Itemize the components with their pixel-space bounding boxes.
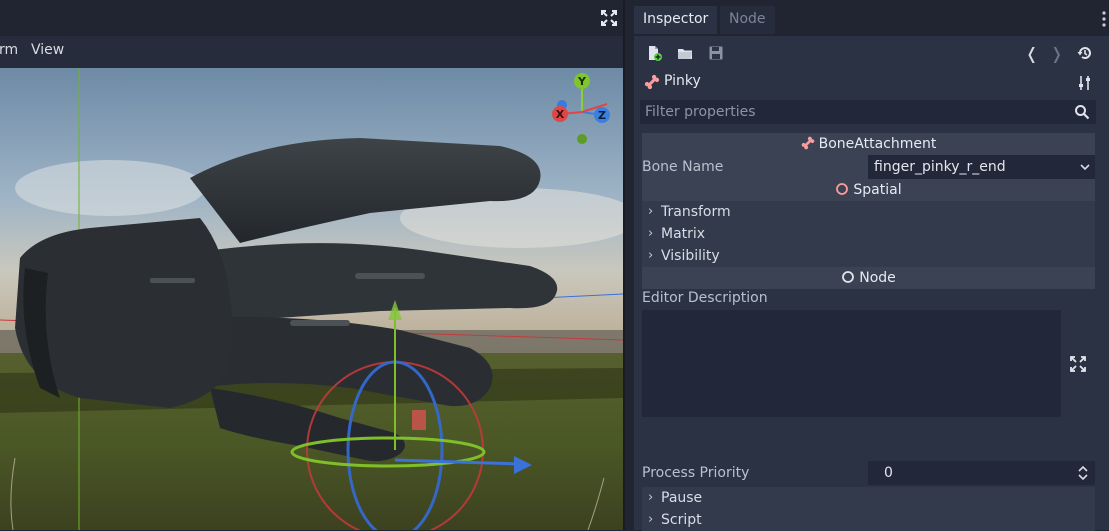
history-back-icon[interactable]: ❬ (1025, 44, 1043, 63)
viewport-panel: rm View Y X Z (0, 0, 625, 530)
bone-name-dropdown[interactable]: finger_pinky_r_end (868, 155, 1095, 179)
open-folder-icon[interactable] (676, 44, 694, 62)
category-label: Node (859, 270, 896, 286)
search-icon (1074, 104, 1090, 120)
section-visibility[interactable]: › Visibility (642, 245, 1095, 267)
object-properties-icon[interactable] (1076, 74, 1094, 92)
section-label: Visibility (661, 248, 720, 264)
viewport-menubar: rm View (0, 36, 625, 68)
inspector-dock: Inspector Node ❬ ❭ Pinky Filter properti… (634, 0, 1109, 531)
viewport-3d-canvas[interactable]: Y X Z (0, 68, 623, 530)
process-priority-label: Process Priority (642, 465, 750, 481)
spinner-arrows-icon[interactable] (1077, 464, 1089, 482)
bone-icon (801, 135, 815, 157)
transform-menu[interactable]: rm (0, 42, 18, 58)
chevron-right-icon: › (648, 490, 654, 505)
process-priority-spinbox[interactable]: 0 (868, 461, 1095, 485)
section-label: Pause (661, 490, 703, 506)
dock-tabbar: Inspector Node (634, 0, 1109, 36)
chevron-right-icon: › (648, 512, 654, 527)
process-priority-value: 0 (884, 465, 893, 481)
viewport-topbar (0, 0, 625, 36)
chevron-right-icon: › (648, 248, 654, 263)
panel-divider[interactable] (623, 0, 625, 530)
bone-name-label: Bone Name (642, 155, 868, 179)
filter-properties-input[interactable] (640, 100, 1070, 124)
section-label: Matrix (661, 226, 706, 242)
spatial-icon (835, 181, 849, 203)
gizmo-x-label: X (556, 108, 565, 121)
object-name: Pinky (664, 73, 701, 89)
section-transform[interactable]: › Transform (642, 201, 1095, 223)
section-pause[interactable]: › Pause (642, 487, 1095, 509)
new-resource-icon[interactable] (645, 44, 663, 62)
filter-properties-field[interactable] (640, 100, 1096, 124)
chevron-right-icon: › (648, 226, 654, 241)
view-menu[interactable]: View (31, 42, 64, 58)
kebab-menu-icon[interactable] (1101, 10, 1107, 28)
editor-description-textarea[interactable] (642, 310, 1095, 417)
section-label: Script (661, 512, 702, 528)
category-boneattachment: BoneAttachment (642, 133, 1095, 155)
category-label: BoneAttachment (818, 136, 937, 152)
gizmo-y-label: Y (577, 75, 587, 88)
editor-description-label: Editor Description (642, 290, 768, 306)
gizmo-z-label: Z (598, 109, 606, 122)
inspector-body: ❬ ❭ Pinky BoneAttachment (634, 36, 1109, 531)
tab-node[interactable]: Node (720, 6, 775, 34)
chevron-right-icon: › (648, 204, 654, 219)
section-matrix[interactable]: › Matrix (642, 223, 1095, 245)
save-icon[interactable] (707, 44, 725, 62)
expand-editor-button[interactable] (1061, 310, 1095, 417)
category-spatial: Spatial (642, 179, 1095, 201)
node-icon (841, 269, 855, 291)
history-forward-icon[interactable]: ❭ (1050, 44, 1068, 63)
tab-inspector[interactable]: Inspector (634, 6, 718, 34)
fullscreen-icon[interactable] (599, 8, 619, 28)
bone-name-value: finger_pinky_r_end (874, 159, 1006, 175)
section-script[interactable]: › Script (642, 509, 1095, 531)
section-label: Transform (661, 204, 731, 220)
category-label: Spatial (853, 182, 902, 198)
cloud (15, 160, 205, 216)
history-icon[interactable] (1076, 44, 1094, 62)
bone-icon (644, 74, 660, 94)
